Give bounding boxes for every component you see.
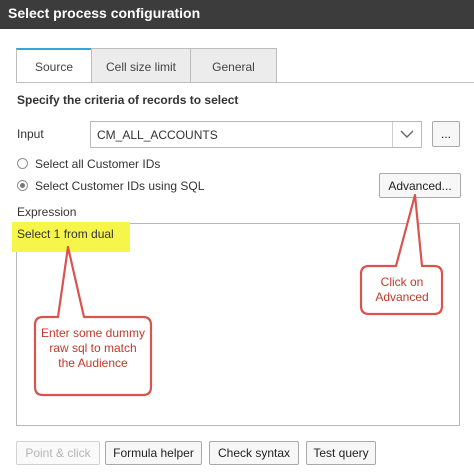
callout-sql-text: Enter some dummy raw sql to match the Au… [40, 326, 146, 370]
callout-sql-shape [33, 245, 153, 397]
annotation-callouts [33, 193, 444, 397]
point-click-button[interactable]: Point & click [16, 441, 100, 465]
check-syntax-button[interactable]: Check syntax [209, 441, 299, 465]
test-query-button[interactable]: Test query [306, 441, 376, 465]
callout-advanced-text: Click on Advanced [375, 275, 429, 304]
formula-helper-button[interactable]: Formula helper [105, 441, 202, 465]
